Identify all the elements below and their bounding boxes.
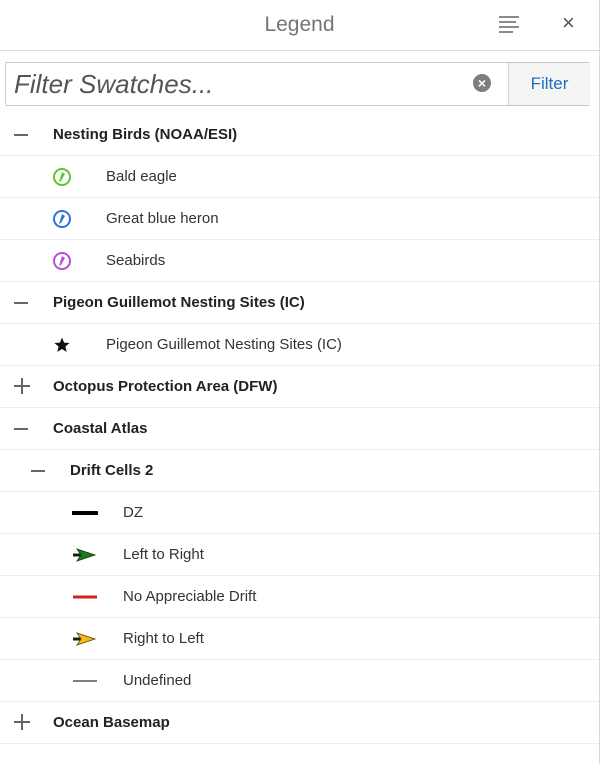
bird-marker-green-icon bbox=[53, 168, 71, 186]
legend-group-coastal-atlas[interactable]: Coastal Atlas bbox=[0, 408, 599, 450]
legend-item-left-to-right: Left to Right bbox=[0, 534, 599, 576]
close-icon[interactable]: × bbox=[562, 10, 575, 36]
legend-item-label: Undefined bbox=[123, 672, 192, 689]
group-label: Drift Cells 2 bbox=[70, 462, 154, 479]
star-icon bbox=[54, 337, 70, 352]
legend-item-seabirds: Seabirds bbox=[0, 240, 599, 282]
gray-line-icon bbox=[73, 680, 97, 682]
clear-x-icon[interactable]: × bbox=[473, 74, 491, 92]
bird-marker-blue-icon bbox=[53, 210, 71, 228]
group-label: Coastal Atlas bbox=[53, 420, 148, 437]
legend-item-label: Left to Right bbox=[123, 546, 204, 563]
legend-item-dz: DZ bbox=[0, 492, 599, 534]
legend-item-bald-eagle: Bald eagle bbox=[0, 156, 599, 198]
group-label: Nesting Birds (NOAA/ESI) bbox=[53, 126, 238, 143]
legend-group-ocean-basemap[interactable]: Ocean Basemap bbox=[0, 702, 599, 744]
legend-item-label: No Appreciable Drift bbox=[123, 588, 257, 605]
legend-item-pigeon-guillemot: Pigeon Guillemot Nesting Sites (IC) bbox=[0, 324, 599, 366]
legend-item-label: Great blue heron bbox=[106, 210, 219, 227]
group-label: Ocean Basemap bbox=[53, 714, 170, 731]
black-line-icon bbox=[72, 511, 98, 515]
collapse-minus-icon[interactable] bbox=[31, 450, 47, 491]
yellow-arrow-icon bbox=[73, 632, 97, 646]
legend-item-label: Seabirds bbox=[106, 252, 166, 269]
filter-bar: × Filter bbox=[5, 62, 590, 106]
filter-swatches-input[interactable] bbox=[14, 69, 454, 99]
group-label: Pigeon Guillemot Nesting Sites (IC) bbox=[53, 294, 305, 311]
legend-subgroup-drift-cells[interactable]: Drift Cells 2 bbox=[0, 450, 599, 492]
legend-item-label: Pigeon Guillemot Nesting Sites (IC) bbox=[106, 336, 342, 353]
green-arrow-icon bbox=[73, 548, 97, 562]
legend-item-right-to-left: Right to Left bbox=[0, 618, 599, 660]
list-icon[interactable] bbox=[499, 16, 519, 34]
legend-panel: Legend × × Filter Nesting Birds (NOAA/ES… bbox=[0, 0, 600, 764]
red-line-icon bbox=[73, 595, 97, 599]
legend-item-label: Right to Left bbox=[123, 630, 204, 647]
expand-plus-icon[interactable] bbox=[14, 378, 30, 394]
collapse-minus-icon[interactable] bbox=[14, 114, 30, 155]
legend-group-octopus-protection[interactable]: Octopus Protection Area (DFW) bbox=[0, 366, 599, 408]
collapse-minus-icon[interactable] bbox=[14, 282, 30, 323]
legend-group-nesting-birds[interactable]: Nesting Birds (NOAA/ESI) bbox=[0, 114, 599, 156]
legend-item-label: Bald eagle bbox=[106, 168, 177, 185]
legend-item-label: DZ bbox=[123, 504, 143, 521]
filter-button[interactable]: Filter bbox=[508, 63, 590, 105]
legend-item-great-blue-heron: Great blue heron bbox=[0, 198, 599, 240]
expand-plus-icon[interactable] bbox=[14, 714, 30, 730]
group-label: Octopus Protection Area (DFW) bbox=[53, 378, 278, 395]
legend-group-pigeon-guillemot[interactable]: Pigeon Guillemot Nesting Sites (IC) bbox=[0, 282, 599, 324]
legend-list: Nesting Birds (NOAA/ESI) Bald eagle Grea… bbox=[0, 114, 599, 744]
bird-marker-purple-icon bbox=[53, 252, 71, 270]
legend-header: Legend × bbox=[0, 0, 599, 51]
collapse-minus-icon[interactable] bbox=[14, 408, 30, 449]
legend-item-undefined: Undefined bbox=[0, 660, 599, 702]
legend-item-no-appreciable-drift: No Appreciable Drift bbox=[0, 576, 599, 618]
